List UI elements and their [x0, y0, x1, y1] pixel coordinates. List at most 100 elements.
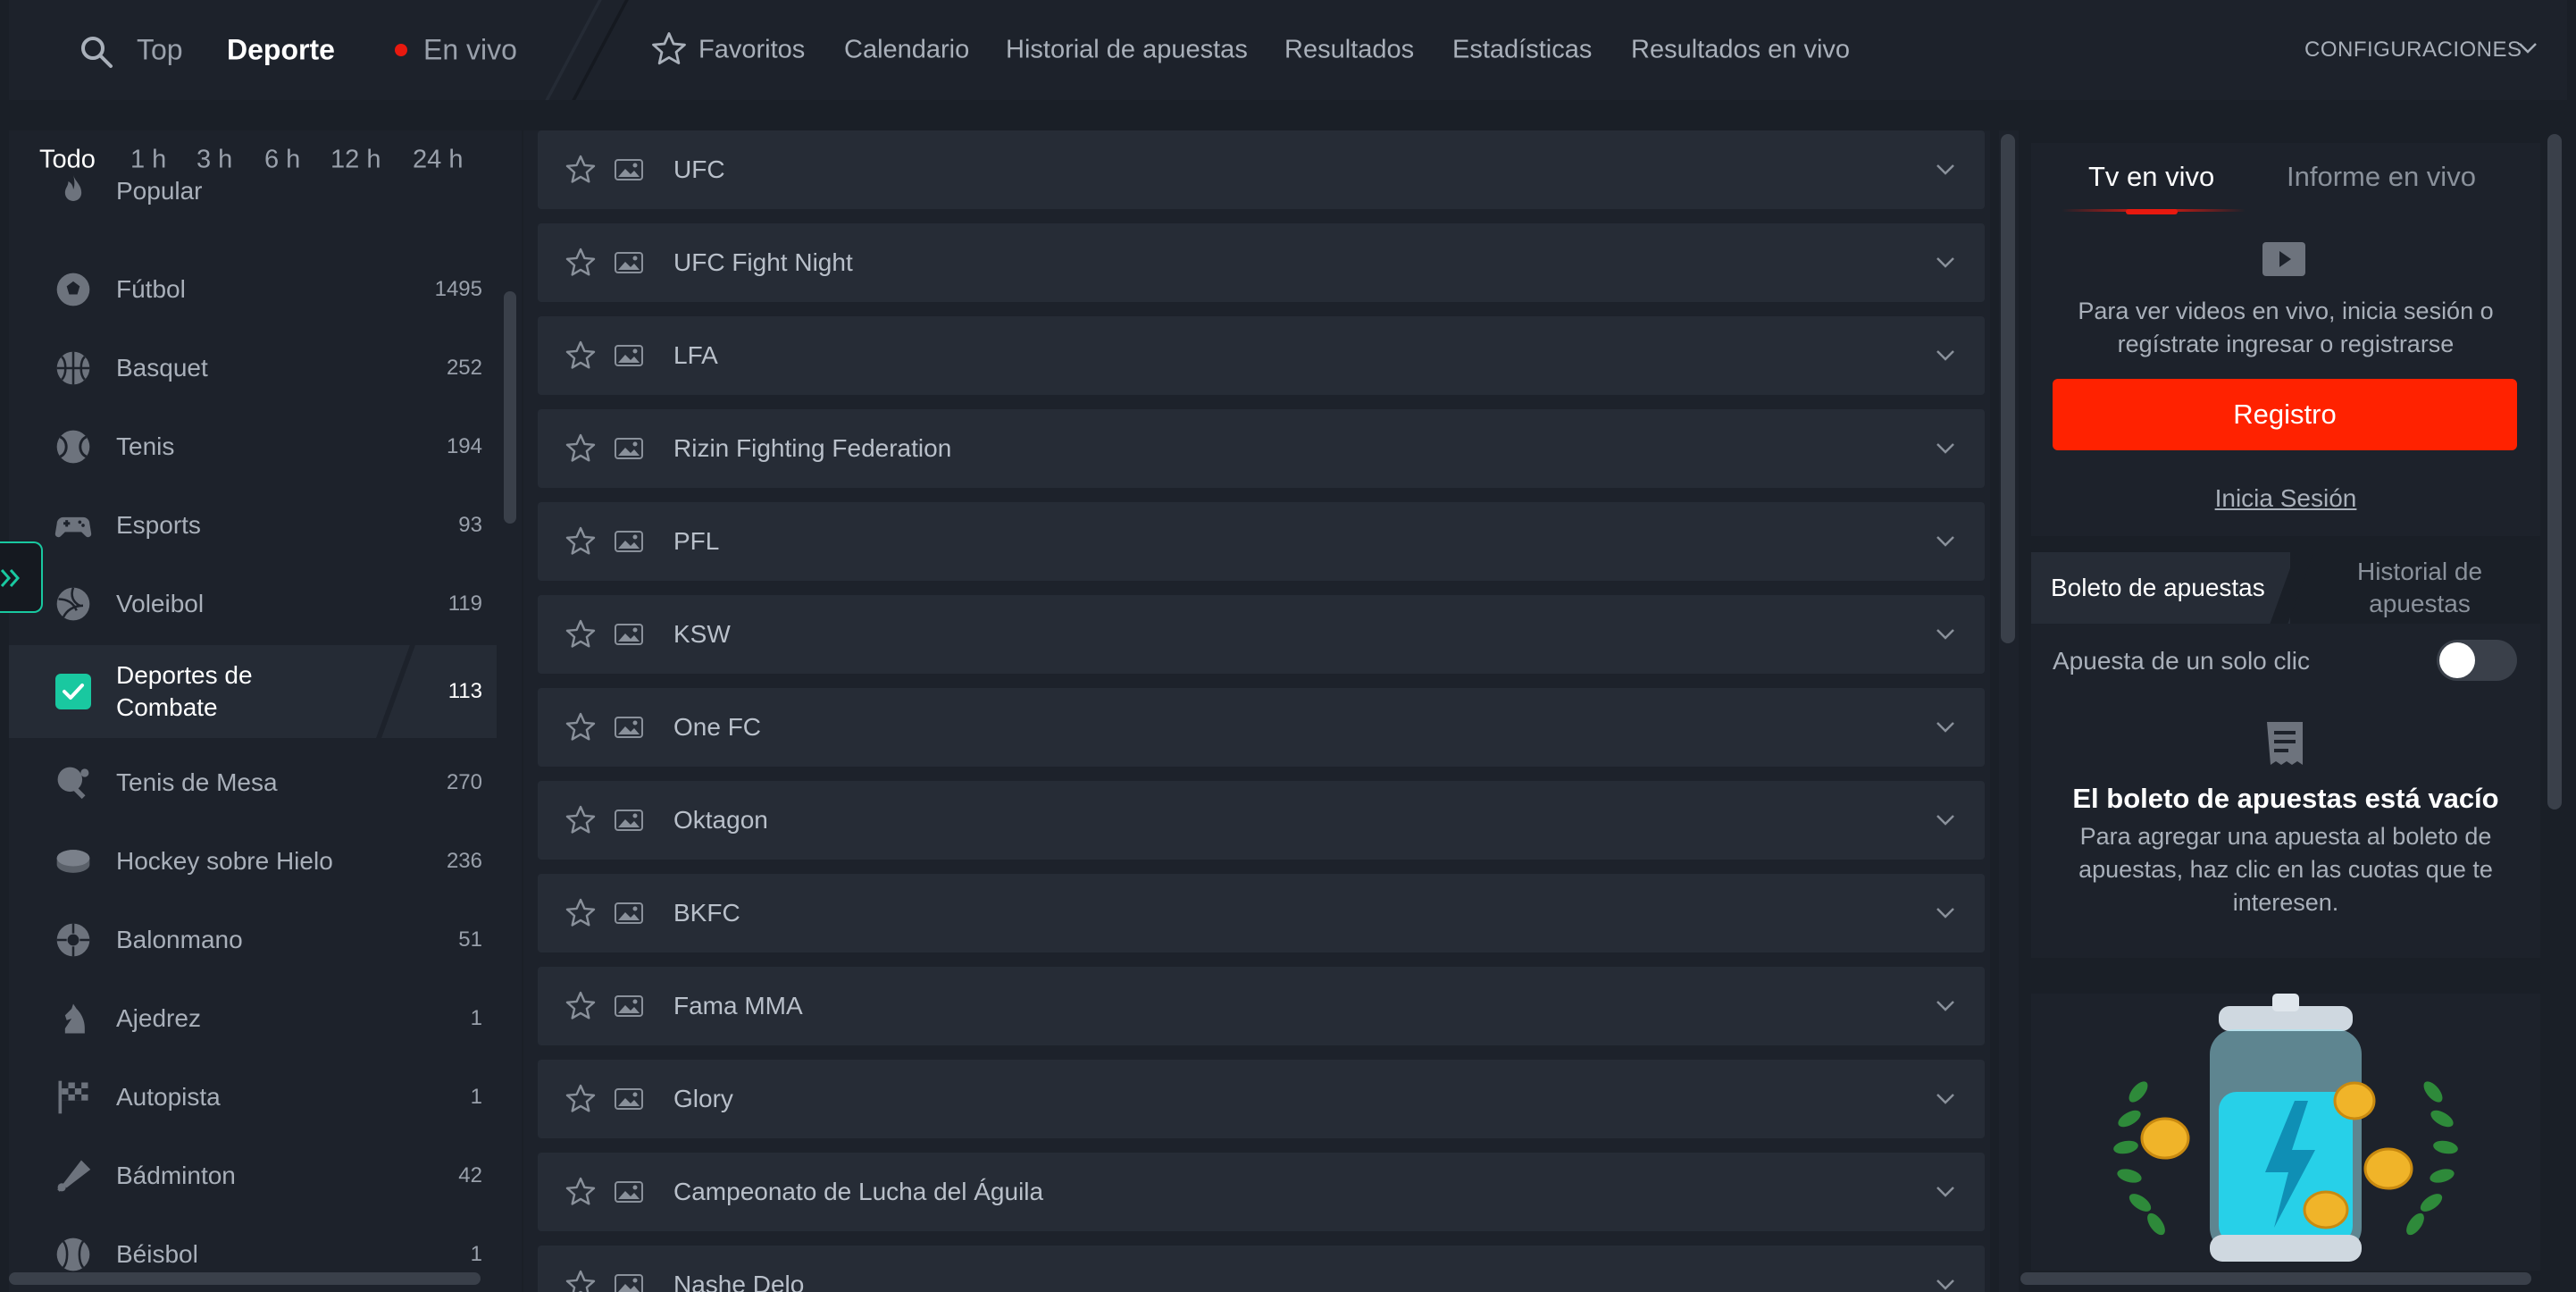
- chevron-down-icon[interactable]: [1935, 813, 1956, 827]
- chevron-down-icon[interactable]: [1935, 534, 1956, 549]
- nav-bet-history[interactable]: Historial de apuestas: [1006, 36, 1248, 65]
- right-panel-scrollbar-thumb[interactable]: [2547, 134, 2562, 810]
- league-row[interactable]: Nashe Delo: [538, 1246, 1985, 1292]
- star-icon[interactable]: [565, 154, 597, 186]
- league-list-scrollbar-thumb[interactable]: [2001, 134, 2015, 643]
- sidebar-item-volleyball[interactable]: Voleibol 119: [9, 565, 497, 643]
- chevron-down-icon[interactable]: [1935, 1185, 1956, 1199]
- flag-icon: [615, 624, 643, 645]
- star-icon[interactable]: [565, 340, 597, 372]
- sidebar-item-football[interactable]: Fútbol 1495: [9, 250, 497, 329]
- league-row[interactable]: UFC Fight Night: [538, 223, 1985, 302]
- filter-12h[interactable]: 12 h: [330, 146, 381, 175]
- one-click-label: Apuesta de un solo clic: [2053, 647, 2310, 675]
- sidebar-item-combat-sports[interactable]: Deportes de Combate 113: [9, 645, 497, 738]
- filter-6h[interactable]: 6 h: [264, 146, 300, 175]
- betslip-empty-title: El boleto de apuestas está vacío: [2072, 783, 2499, 814]
- chevron-down-icon[interactable]: [1935, 906, 1956, 920]
- star-icon[interactable]: [565, 711, 597, 743]
- league-row[interactable]: UFC: [538, 130, 1985, 209]
- star-icon[interactable]: [565, 1269, 597, 1292]
- league-row[interactable]: BKFC: [538, 874, 1985, 952]
- chevron-down-icon[interactable]: [1935, 999, 1956, 1013]
- league-row[interactable]: Oktagon: [538, 781, 1985, 860]
- chevron-down-icon[interactable]: [1935, 627, 1956, 642]
- tab-live-tv[interactable]: Tv en vivo: [2088, 161, 2214, 193]
- tab-bet-history-label: Historial de apuestas: [2356, 558, 2483, 617]
- league-row[interactable]: One FC: [538, 688, 1985, 767]
- star-icon[interactable]: [565, 1176, 597, 1208]
- login-link[interactable]: Inicia Sesión: [2031, 484, 2540, 513]
- star-icon[interactable]: [565, 247, 597, 279]
- tab-bet-history[interactable]: Historial de apuestas: [2299, 552, 2540, 624]
- header-divider: [572, 0, 629, 100]
- sidebar-item-badminton[interactable]: Bádminton 42: [9, 1137, 497, 1215]
- checkbox-icon[interactable]: [55, 674, 91, 709]
- flag-icon: [615, 810, 643, 831]
- star-icon[interactable]: [565, 525, 597, 558]
- league-row[interactable]: Rizin Fighting Federation: [538, 409, 1985, 488]
- star-icon[interactable]: [565, 990, 597, 1022]
- star-icon[interactable]: [650, 30, 688, 68]
- league-row[interactable]: PFL: [538, 502, 1985, 581]
- sidebar-item-chess[interactable]: Ajedrez 1: [9, 979, 497, 1058]
- right-panel-horizontal-scrollbar[interactable]: [2020, 1272, 2531, 1285]
- sidebar-item-tennis[interactable]: Tenis 194: [9, 407, 497, 486]
- flag-icon: [615, 345, 643, 366]
- top-link[interactable]: Top: [137, 34, 183, 67]
- tab-live-report[interactable]: Informe en vivo: [2287, 161, 2476, 193]
- nav-statistics[interactable]: Estadísticas: [1452, 36, 1592, 65]
- chevron-down-icon[interactable]: [1935, 720, 1956, 734]
- filter-24h[interactable]: 24 h: [413, 146, 463, 175]
- filter-3h[interactable]: 3 h: [197, 146, 232, 175]
- chevron-down-icon[interactable]: [1935, 1278, 1956, 1292]
- sidebar-item-table-tennis[interactable]: Tenis de Mesa 270: [9, 743, 497, 822]
- nav-calendar[interactable]: Calendario: [844, 36, 969, 65]
- receipt-icon: [2267, 722, 2303, 765]
- sidebar-item-popular[interactable]: Popular: [9, 172, 497, 225]
- handball-icon: [56, 923, 90, 957]
- sidebar-item-handball[interactable]: Balonmano 51: [9, 901, 497, 979]
- tab-betslip[interactable]: Boleto de apuestas: [2031, 552, 2290, 624]
- flag-icon: [615, 252, 643, 273]
- tennis-ball-icon: [56, 430, 90, 464]
- register-button[interactable]: Registro: [2053, 379, 2517, 450]
- star-icon[interactable]: [565, 1083, 597, 1115]
- flag-icon: [615, 717, 643, 738]
- promo-banner[interactable]: [2031, 994, 2540, 1271]
- nav-favorites[interactable]: Favoritos: [698, 36, 805, 65]
- nav-live-results[interactable]: Resultados en vivo: [1631, 36, 1850, 65]
- toggle-knob[interactable]: [2439, 642, 2475, 678]
- league-row[interactable]: KSW: [538, 595, 1985, 674]
- chevron-down-icon[interactable]: [1935, 163, 1956, 177]
- sidebar-expand-toggle[interactable]: [0, 541, 43, 613]
- volleyball-icon: [56, 587, 90, 621]
- chevron-down-icon[interactable]: [1935, 441, 1956, 456]
- chevron-down-icon[interactable]: [1935, 256, 1956, 270]
- sidebar-horizontal-scrollbar[interactable]: [9, 1272, 481, 1285]
- nav-results[interactable]: Resultados: [1284, 36, 1414, 65]
- live-link[interactable]: En vivo: [423, 34, 517, 67]
- star-icon[interactable]: [565, 432, 597, 465]
- filter-1h[interactable]: 1 h: [130, 146, 166, 175]
- league-row[interactable]: LFA: [538, 316, 1985, 395]
- league-row[interactable]: Campeonato de Lucha del Águila: [538, 1153, 1985, 1231]
- chevron-down-icon[interactable]: [1935, 348, 1956, 363]
- sidebar-scrollbar-thumb[interactable]: [504, 291, 516, 524]
- sidebar-item-motorsport[interactable]: Autopista 1: [9, 1058, 497, 1137]
- search-icon[interactable]: [79, 34, 114, 70]
- settings-menu[interactable]: CONFIGURACIONES: [2304, 38, 2522, 63]
- sidebar-item-basketball[interactable]: Basquet 252: [9, 329, 497, 407]
- league-row[interactable]: Fama MMA: [538, 967, 1985, 1045]
- star-icon[interactable]: [565, 618, 597, 650]
- sidebar-item-esports[interactable]: Esports 93: [9, 486, 497, 565]
- star-icon[interactable]: [565, 897, 597, 929]
- filter-all[interactable]: Todo: [39, 146, 96, 175]
- league-list: UFC UFC Fight Night LFA Rizin Fighting F…: [523, 130, 1999, 1292]
- chevron-down-icon[interactable]: [1935, 1092, 1956, 1106]
- sport-link[interactable]: Deporte: [227, 34, 335, 67]
- star-icon[interactable]: [565, 804, 597, 836]
- chevron-down-icon[interactable]: [2517, 41, 2538, 55]
- sidebar-item-ice-hockey[interactable]: Hockey sobre Hielo 236: [9, 822, 497, 901]
- league-row[interactable]: Glory: [538, 1060, 1985, 1138]
